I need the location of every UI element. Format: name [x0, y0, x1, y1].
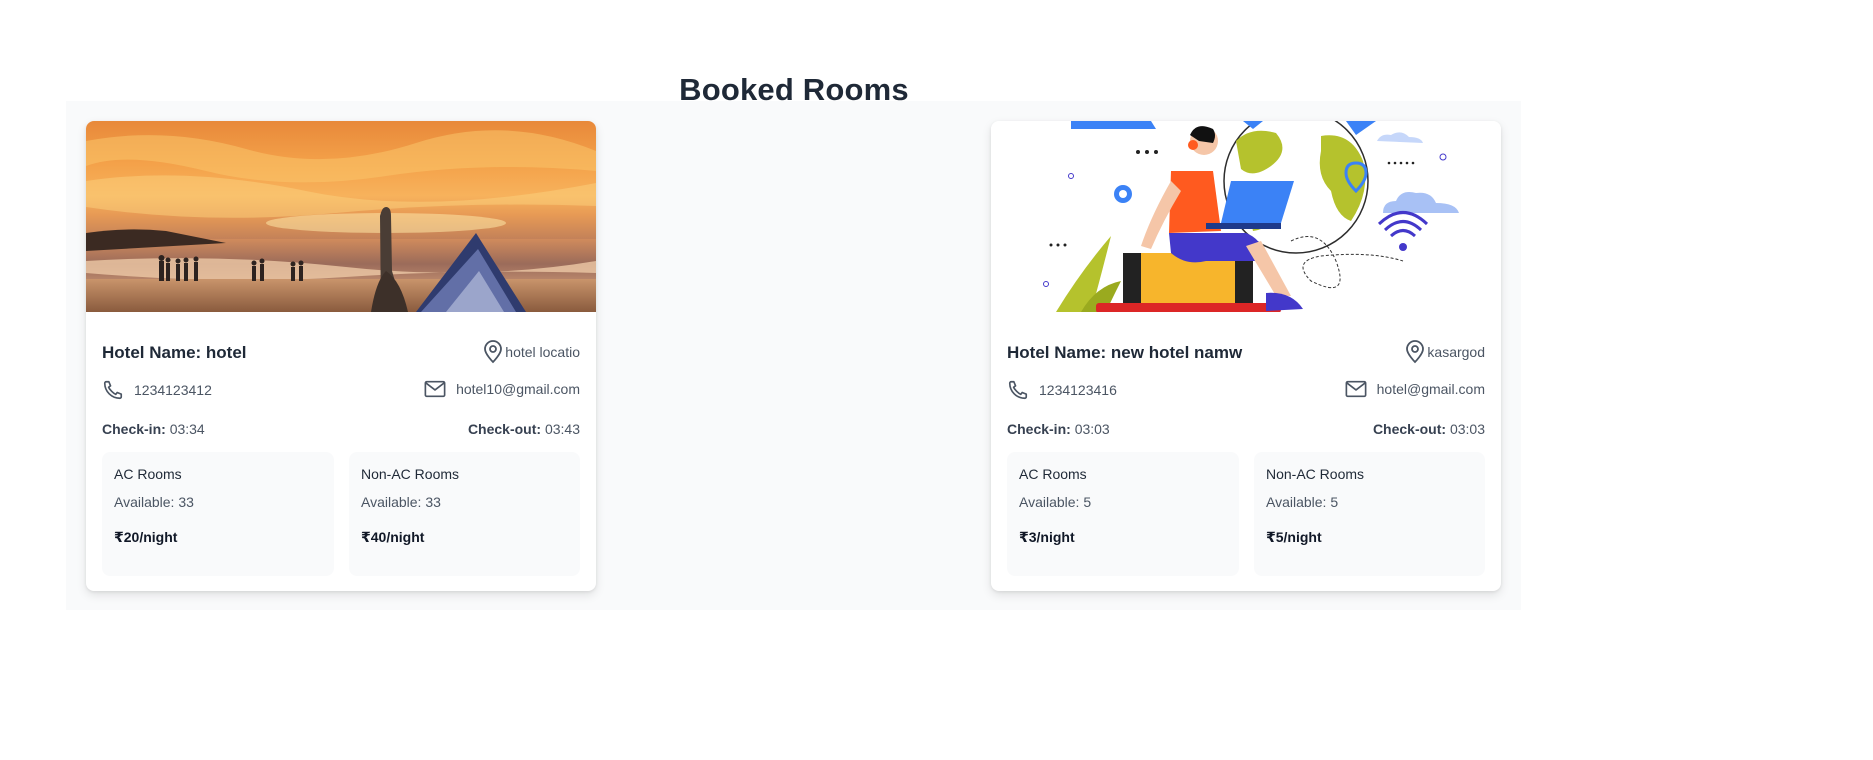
- booked-rooms-panel: Hotel Name: hotel hotel locatio 12341234…: [66, 101, 1521, 610]
- room-availability: Available: 33: [361, 494, 441, 510]
- envelope-icon: [1345, 379, 1367, 399]
- email-text: hotel@gmail.com: [1376, 381, 1485, 397]
- room-type-label: AC Rooms: [1019, 466, 1087, 482]
- location-text: kasargod: [1427, 344, 1485, 360]
- room-type-label: AC Rooms: [114, 466, 182, 482]
- room-availability: Available: 5: [1019, 494, 1092, 510]
- ac-rooms-box: AC Rooms Available: 33 ₹20/night: [102, 452, 334, 576]
- hotel-location: hotel locatio: [483, 340, 580, 364]
- phone-text: 1234123416: [1039, 382, 1117, 398]
- hotel-image: [86, 121, 596, 312]
- room-price: ₹20/night: [114, 529, 178, 545]
- location-text: hotel locatio: [505, 344, 580, 360]
- checkout-time: Check-out: 03:03: [1373, 421, 1485, 437]
- checkin-label: Check-in:: [1007, 421, 1071, 437]
- map-pin-icon: [483, 340, 503, 364]
- checkin-value: 03:03: [1074, 421, 1110, 437]
- checkout-time: Check-out: 03:43: [468, 421, 580, 437]
- room-price: ₹3/night: [1019, 529, 1075, 545]
- map-pin-icon: [1405, 340, 1425, 364]
- phone-icon: [1007, 379, 1029, 401]
- checkout-label: Check-out:: [1372, 421, 1447, 437]
- checkout-value: 03:43: [544, 421, 580, 437]
- traveler-illustration-image: [991, 121, 1501, 312]
- hotel-image: [991, 121, 1501, 312]
- nonac-rooms-box: Non-AC Rooms Available: 5 ₹5/night: [1254, 452, 1485, 576]
- phone-icon: [102, 379, 124, 401]
- checkin-value: 03:34: [169, 421, 205, 437]
- hotel-email: hotel10@gmail.com: [424, 379, 580, 399]
- checkin-time: Check-in: 03:34: [102, 421, 205, 437]
- room-price: ₹5/night: [1266, 529, 1322, 545]
- room-availability: Available: 33: [114, 494, 194, 510]
- hotel-phone: 1234123412: [102, 379, 212, 401]
- hotel-location: kasargod: [1405, 340, 1485, 364]
- room-availability: Available: 5: [1266, 494, 1339, 510]
- hotel-phone: 1234123416: [1007, 379, 1117, 401]
- checkin-label: Check-in:: [102, 421, 166, 437]
- phone-text: 1234123412: [134, 382, 212, 398]
- checkout-label: Check-out:: [467, 421, 542, 437]
- room-type-label: Non-AC Rooms: [361, 466, 460, 482]
- hotel-name: Hotel Name: hotel: [102, 343, 247, 362]
- beach-sunset-image: [86, 121, 596, 312]
- nonac-rooms-box: Non-AC Rooms Available: 33 ₹40/night: [349, 452, 580, 576]
- room-type-label: Non-AC Rooms: [1266, 466, 1365, 482]
- hotel-email: hotel@gmail.com: [1345, 379, 1485, 399]
- email-text: hotel10@gmail.com: [456, 381, 580, 397]
- hotel-name: Hotel Name: new hotel namw: [1007, 343, 1243, 362]
- booking-card: Hotel Name: hotel hotel locatio 12341234…: [86, 121, 596, 591]
- checkin-time: Check-in: 03:03: [1007, 421, 1110, 437]
- booking-card: Hotel Name: new hotel namw kasargod 1234…: [991, 121, 1501, 591]
- ac-rooms-box: AC Rooms Available: 5 ₹3/night: [1007, 452, 1239, 576]
- envelope-icon: [424, 379, 446, 399]
- room-price: ₹40/night: [361, 529, 425, 545]
- checkout-value: 03:03: [1449, 421, 1485, 437]
